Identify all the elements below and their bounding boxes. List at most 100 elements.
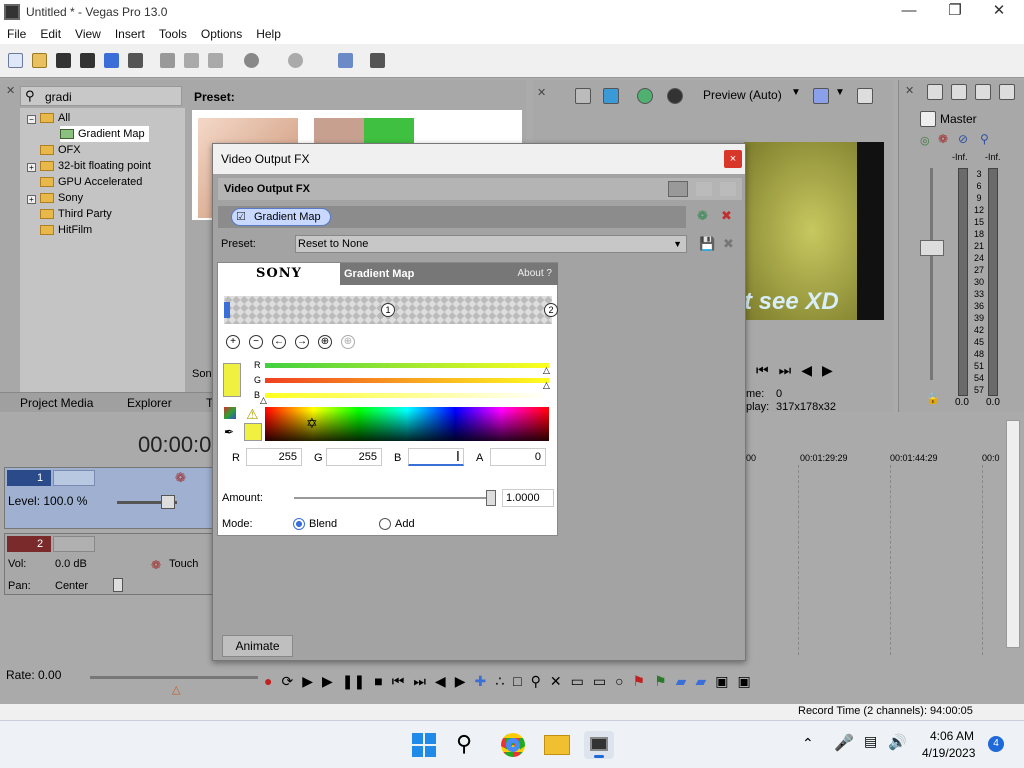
prev-frame-icon[interactable]: ◀: [801, 362, 822, 378]
g-slider-marker[interactable]: △: [543, 380, 550, 391]
first-frame-icon[interactable]: ⏮: [756, 362, 779, 378]
cut-icon[interactable]: [160, 53, 175, 68]
b-slider-marker[interactable]: △: [260, 395, 267, 406]
lock-envelopes-icon[interactable]: ▣: [715, 673, 728, 690]
auto-ripple-icon[interactable]: ▰: [695, 673, 706, 690]
mute-icon[interactable]: ⊘: [958, 132, 968, 146]
pause-icon[interactable]: ❚❚: [342, 673, 365, 690]
microphone-icon[interactable]: 🎤: [834, 733, 854, 753]
level-slider-handle[interactable]: [161, 495, 175, 509]
solo-icon[interactable]: ⚲: [980, 132, 989, 146]
animate-button[interactable]: Animate: [222, 635, 293, 657]
chain-view-icon[interactable]: [668, 181, 688, 197]
close-window-button[interactable]: ✕: [976, 0, 1022, 24]
pan-slider-handle[interactable]: [113, 578, 123, 592]
expand-toggle[interactable]: +: [27, 163, 36, 172]
downmix-icon[interactable]: [951, 84, 967, 100]
save-icon[interactable]: [56, 53, 71, 68]
automation-mode[interactable]: Touch: [169, 558, 198, 570]
dialog-close-button[interactable]: ×: [724, 150, 742, 168]
collapse-all-toggle[interactable]: −: [27, 115, 36, 124]
expand-toggle[interactable]: +: [27, 195, 36, 204]
last-frame-icon[interactable]: ⏭: [779, 362, 802, 378]
record-icon[interactable]: ●: [264, 673, 272, 689]
preset-dropdown[interactable]: Reset to None ▼: [295, 235, 687, 253]
network-icon[interactable]: ▤: [864, 733, 877, 750]
timeline-ruler[interactable]: 00 00:01:29:29 00:01:44:29 00:0: [746, 453, 1002, 465]
volume-icon[interactable]: 🔊: [888, 733, 907, 751]
redo-icon[interactable]: [288, 53, 303, 68]
b-slider[interactable]: [265, 393, 549, 398]
rate-slider[interactable]: [90, 676, 258, 679]
open-folder-icon[interactable]: [32, 53, 47, 68]
amount-value-field[interactable]: 1.0000: [502, 489, 554, 507]
prev-frame-icon[interactable]: ◀: [435, 673, 446, 690]
stop-marker-left[interactable]: [224, 302, 230, 318]
selection-tool-icon[interactable]: □: [513, 673, 521, 689]
plugin-search-input[interactable]: ⚲ gradi: [20, 86, 182, 106]
chevron-up-icon[interactable]: ⌃: [802, 735, 814, 752]
track-fx-icon[interactable]: ❁: [175, 470, 186, 486]
notification-badge[interactable]: 4: [988, 736, 1004, 752]
dialog-title-bar[interactable]: Video Output FX ×: [213, 144, 745, 174]
timeline-vscroll[interactable]: [1006, 420, 1020, 648]
file-explorer-icon[interactable]: [544, 735, 570, 755]
reverse-icon[interactable]: ⊕: [341, 335, 355, 349]
save-preset-icon[interactable]: 💾: [699, 236, 715, 252]
checkbox-icon[interactable]: ☑: [236, 210, 246, 223]
remove-plugin-icon[interactable]: ✖: [721, 208, 732, 224]
ignore-grouping-icon[interactable]: ▣: [737, 673, 750, 690]
copy-icon[interactable]: [184, 53, 199, 68]
chain-view-icon[interactable]: [720, 182, 736, 196]
dim-icon[interactable]: [975, 84, 991, 100]
loop-icon[interactable]: ⟳: [281, 673, 293, 690]
pane-close-icon[interactable]: ✕: [537, 86, 546, 99]
amount-slider[interactable]: [294, 497, 494, 499]
menu-file[interactable]: File: [0, 27, 33, 41]
distribute-icon[interactable]: ⊕: [318, 335, 332, 349]
chevron-down-icon[interactable]: ▼: [835, 87, 845, 98]
menu-help[interactable]: Help: [249, 27, 288, 41]
tab-project-media[interactable]: Project Media: [20, 396, 93, 410]
plugin-chain-icon[interactable]: ❁: [697, 208, 708, 224]
copy-snapshot-icon[interactable]: [857, 88, 873, 104]
new-file-icon[interactable]: [8, 53, 23, 68]
eyedropper-icon[interactable]: ✒: [224, 425, 234, 439]
color-picker-icon[interactable]: [224, 407, 236, 419]
track-fx-icon[interactable]: ❁: [151, 558, 161, 572]
go-to-end-icon[interactable]: ⏭: [413, 673, 426, 690]
play-icon[interactable]: ▶: [322, 673, 333, 690]
spectrum-crosshair-icon[interactable]: ✡: [306, 415, 318, 432]
envelope-tool-icon[interactable]: ∴: [495, 673, 504, 690]
start-button[interactable]: [412, 733, 436, 757]
master-fx-icon[interactable]: ◎: [920, 134, 930, 147]
menu-edit[interactable]: Edit: [33, 27, 68, 41]
normal-edit-tool-icon[interactable]: ✚: [474, 673, 486, 690]
tree-item-32bit[interactable]: 32-bit floating point: [40, 158, 151, 174]
whats-this-icon[interactable]: [370, 53, 385, 68]
preview-properties-icon[interactable]: [575, 88, 591, 104]
menu-view[interactable]: View: [68, 27, 108, 41]
add-stop-icon[interactable]: +: [226, 335, 240, 349]
pane-close-icon[interactable]: ✕: [905, 84, 914, 97]
track-name-field[interactable]: [53, 536, 95, 552]
mode-add-radio[interactable]: [379, 518, 391, 530]
mixer-icon[interactable]: [999, 84, 1015, 100]
pane-close-icon[interactable]: ✕: [6, 84, 15, 97]
next-frame-icon[interactable]: ▶: [455, 673, 466, 690]
delete-icon[interactable]: ✕: [550, 673, 562, 690]
split-icon[interactable]: ▭: [593, 673, 606, 690]
lock-icon[interactable]: ○: [615, 673, 623, 689]
play-from-start-icon[interactable]: ▶: [302, 673, 313, 690]
master-fx-chain-icon[interactable]: ❁: [938, 132, 948, 146]
gradient-stop-1[interactable]: 1: [381, 303, 395, 317]
menu-tools[interactable]: Tools: [152, 27, 194, 41]
clock-time[interactable]: 4:06 AM: [930, 729, 974, 743]
tree-item-hitfilm[interactable]: HitFilm: [40, 222, 92, 238]
chevron-down-icon[interactable]: ▼: [791, 87, 801, 98]
preview-quality-dropdown[interactable]: Preview (Auto): [703, 88, 782, 102]
snapping-icon[interactable]: ▰: [676, 673, 687, 690]
save-as-icon[interactable]: [80, 53, 95, 68]
taskbar-active-app[interactable]: [584, 731, 614, 759]
go-to-start-icon[interactable]: ⏮: [392, 673, 405, 690]
